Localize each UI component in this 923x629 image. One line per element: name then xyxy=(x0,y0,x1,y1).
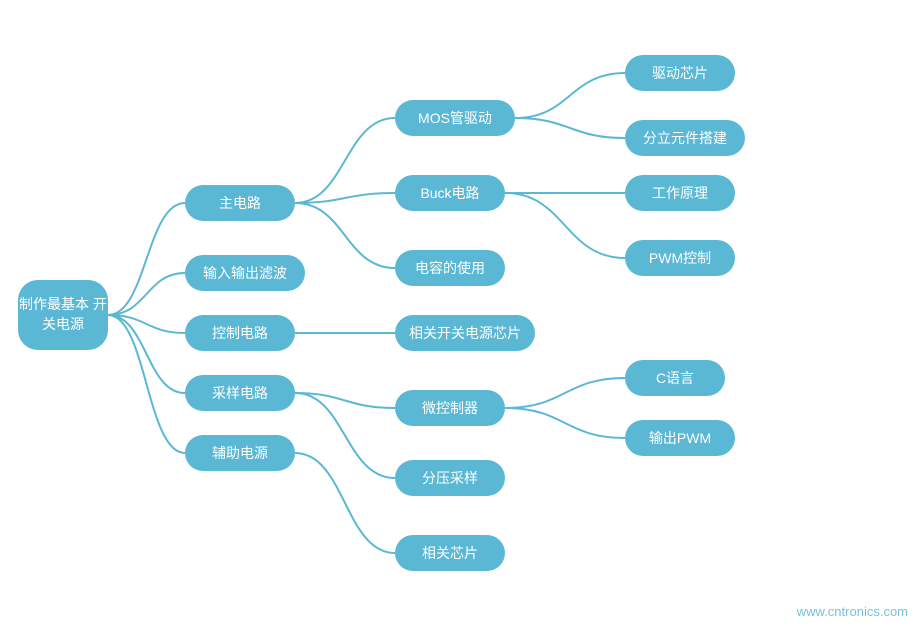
node-l3_5: 输出PWM xyxy=(625,420,735,456)
node-l2_3: 相关开关电源芯片 xyxy=(395,315,535,351)
watermark: www.cntronics.com xyxy=(797,604,908,619)
node-l1_1: 输入输出滤波 xyxy=(185,255,305,291)
node-l3_3: PWM控制 xyxy=(625,240,735,276)
node-l2_6: 相关芯片 xyxy=(395,535,505,571)
mind-map: 制作最基本 开关电源 主电路输入输出滤波控制电路采样电路辅助电源 MOS管驱动 Buc… xyxy=(0,0,923,629)
node-l2_4: 微控制器 xyxy=(395,390,505,426)
node-l3_1: 分立元件搭建 xyxy=(625,120,745,156)
node-root: 制作最基本 开关电源 xyxy=(18,280,108,350)
node-l2_2: 电容的使用 xyxy=(395,250,505,286)
node-l1_3: 采样电路 xyxy=(185,375,295,411)
node-l2_0: MOS管驱动 xyxy=(395,100,515,136)
node-l3_2: 工作原理 xyxy=(625,175,735,211)
node-l2_1: Buck电路 xyxy=(395,175,505,211)
node-l1_2: 控制电路 xyxy=(185,315,295,351)
node-l1_4: 辅助电源 xyxy=(185,435,295,471)
node-l3_0: 驱动芯片 xyxy=(625,55,735,91)
node-l1_0: 主电路 xyxy=(185,185,295,221)
node-l3_4: C语言 xyxy=(625,360,725,396)
node-l2_5: 分压采样 xyxy=(395,460,505,496)
